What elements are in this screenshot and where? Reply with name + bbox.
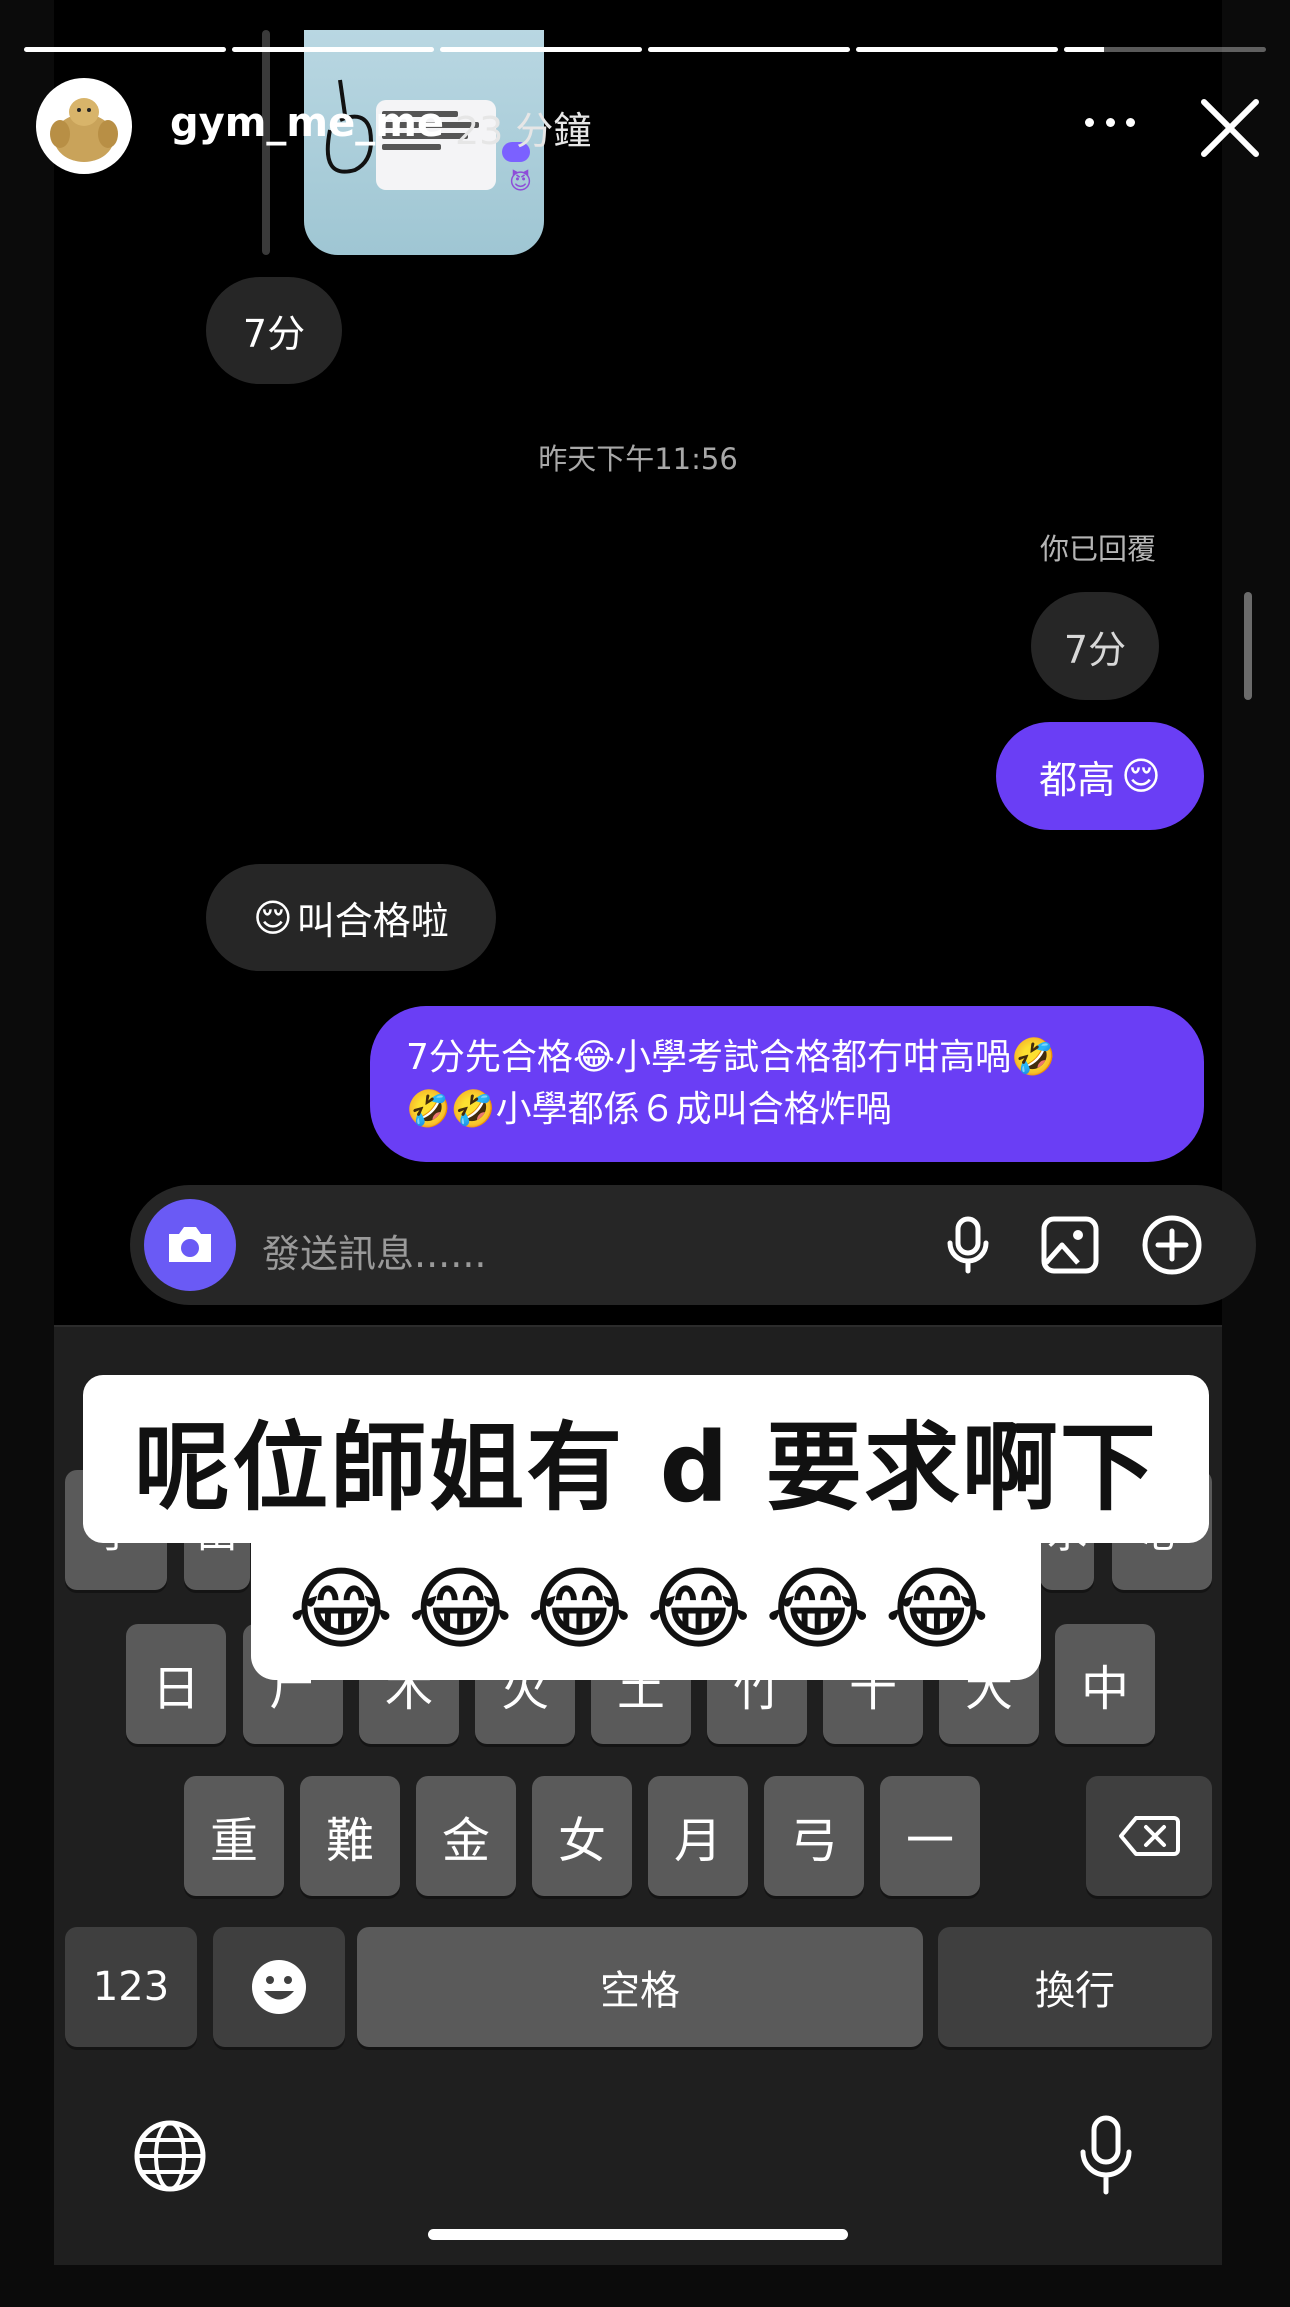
return-key[interactable]: 換行 bbox=[938, 1927, 1212, 2047]
key[interactable]: 弓 bbox=[764, 1776, 864, 1896]
backspace-key[interactable] bbox=[1086, 1776, 1212, 1896]
camera-button[interactable] bbox=[144, 1199, 236, 1291]
progress-segment bbox=[648, 47, 850, 52]
key[interactable]: 一 bbox=[880, 1776, 980, 1896]
devil-emoji-icon: 😈 bbox=[509, 170, 532, 195]
key[interactable]: 女 bbox=[532, 1776, 632, 1896]
avatar[interactable] bbox=[36, 78, 132, 174]
message-line: 7分先合格😂小學考試合格都冇咁高喎🤣 bbox=[406, 1037, 1056, 1078]
message-input[interactable]: 發送訊息...... bbox=[262, 1223, 486, 1278]
story-time: 23 分鐘 bbox=[455, 109, 592, 153]
relieved-face-icon: 😌 bbox=[253, 895, 293, 940]
progress-segment-current bbox=[1064, 47, 1266, 52]
dictation-microphone-icon[interactable] bbox=[1075, 2114, 1137, 2198]
message-line: 🤣🤣小學都係６成叫合格炸喎 bbox=[406, 1089, 892, 1130]
more-options-icon[interactable] bbox=[1085, 110, 1135, 134]
microphone-icon[interactable] bbox=[936, 1213, 1000, 1277]
received-message[interactable]: 😌 叫合格啦 bbox=[206, 864, 496, 971]
camera-icon bbox=[169, 1227, 211, 1262]
emoji-key[interactable] bbox=[213, 1927, 345, 2047]
message-text: 7分 bbox=[242, 312, 306, 356]
space-key[interactable]: 空格 bbox=[357, 1927, 923, 2047]
overlay-caption-line-2: 😂😂😂😂😂😂 bbox=[251, 1538, 1041, 1680]
quoted-message[interactable]: 7分 bbox=[1031, 592, 1159, 700]
backspace-icon bbox=[1119, 1816, 1180, 1856]
sent-message[interactable]: 7分先合格😂小學考試合格都冇咁高喎🤣 🤣🤣小學都係６成叫合格炸喎 bbox=[370, 1006, 1204, 1162]
key[interactable]: 月 bbox=[648, 1776, 748, 1896]
relieved-face-icon: 😌 bbox=[1121, 754, 1161, 798]
timestamp: 昨天下午11:56 bbox=[538, 442, 738, 476]
story-progress-bar bbox=[24, 47, 1266, 52]
key[interactable]: 日 bbox=[126, 1624, 226, 1744]
replied-label: 你已回覆 bbox=[1039, 532, 1156, 566]
story-username[interactable]: gym_me_me bbox=[170, 100, 444, 146]
add-circle-icon[interactable] bbox=[1140, 1213, 1204, 1277]
progress-segment bbox=[440, 47, 642, 52]
key[interactable]: 重 bbox=[184, 1776, 284, 1896]
home-indicator[interactable] bbox=[428, 2229, 848, 2240]
progress-segment bbox=[856, 47, 1058, 52]
progress-segment bbox=[232, 47, 434, 52]
gallery-icon[interactable] bbox=[1038, 1213, 1102, 1277]
smiley-icon bbox=[252, 1960, 306, 2014]
key[interactable]: 難 bbox=[300, 1776, 400, 1896]
close-icon[interactable] bbox=[1198, 96, 1262, 160]
message-text: 都高 bbox=[1039, 757, 1116, 802]
swole-doge-icon bbox=[50, 98, 118, 162]
progress-segment bbox=[24, 47, 226, 52]
chat-screenshot: 😈 7分 昨天下午11:56 你已回覆 7分 都高 😌 😌 叫合格啦 7分先合格… bbox=[54, 0, 1256, 1325]
message-text: 7分 bbox=[1063, 627, 1127, 672]
key[interactable]: 金 bbox=[416, 1776, 516, 1896]
received-message[interactable]: 7分 bbox=[206, 277, 342, 384]
quote-indicator-bar bbox=[1244, 592, 1252, 700]
message-composer: 發送訊息...... bbox=[130, 1185, 1256, 1305]
bottom-margin bbox=[0, 2265, 1290, 2307]
key[interactable]: 中 bbox=[1055, 1624, 1155, 1744]
overlay-caption-line-1: 呢位師姐有 d 要求啊下 bbox=[83, 1375, 1209, 1543]
sent-message[interactable]: 都高 😌 bbox=[996, 722, 1204, 830]
numbers-key[interactable]: 123 bbox=[65, 1927, 197, 2047]
globe-icon[interactable] bbox=[132, 2118, 208, 2194]
message-text: 叫合格啦 bbox=[296, 899, 449, 943]
